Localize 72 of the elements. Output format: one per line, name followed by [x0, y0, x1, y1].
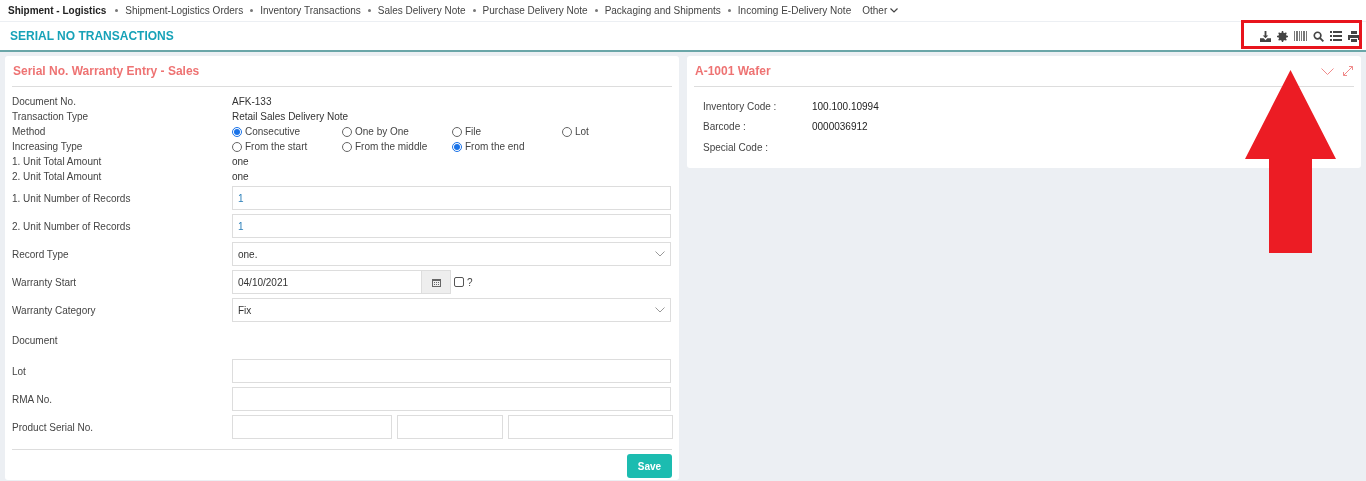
- field-label: Transaction Type: [12, 110, 90, 124]
- field-label: 1. Unit Total Amount: [12, 155, 103, 169]
- field-label: Record Type: [12, 247, 70, 262]
- field-label: Warranty Start: [12, 275, 78, 290]
- chevron-down-icon: [890, 8, 899, 13]
- field-label: 1. Unit Number of Records: [12, 191, 132, 206]
- download-icon[interactable]: [1260, 30, 1271, 42]
- radio-option[interactable]: Lot: [562, 124, 672, 139]
- search-icon[interactable]: [1313, 30, 1324, 42]
- nav-link[interactable]: Shipment - Logistics: [8, 3, 107, 18]
- field-label: Inventory Code :: [703, 99, 778, 114]
- calendar-icon[interactable]: [431, 277, 441, 287]
- field-value: one: [232, 170, 249, 184]
- more-menu[interactable]: Other: [862, 3, 899, 18]
- field-label: Special Code :: [703, 140, 770, 155]
- field-label: Increasing Type: [12, 140, 84, 154]
- input-field[interactable]: [397, 415, 503, 439]
- nav-link[interactable]: Shipment-Logistics Orders: [125, 3, 244, 18]
- field-label: Barcode :: [703, 120, 747, 135]
- expand-icon[interactable]: [1343, 66, 1353, 76]
- nav-link[interactable]: Sales Delivery Note: [377, 3, 466, 18]
- input-field[interactable]: 1: [232, 186, 671, 210]
- nav-link[interactable]: Purchase Delivery Note: [482, 3, 588, 18]
- radio-option[interactable]: One by One: [342, 124, 452, 139]
- input-field[interactable]: [232, 387, 671, 411]
- field-value: Retail Sales Delivery Note: [232, 110, 349, 124]
- date-field[interactable]: 04/10/2021: [232, 270, 422, 294]
- card-title: A-1001 Wafer: [695, 63, 771, 80]
- nav-link[interactable]: Incoming E-Delivery Note: [737, 3, 852, 18]
- field-label: 2. Unit Number of Records: [12, 219, 132, 234]
- bullet-icon: [727, 9, 731, 12]
- nav-link[interactable]: Inventory Transactions: [260, 3, 361, 18]
- field-label: 2. Unit Total Amount: [12, 170, 103, 184]
- field-value: 100.100.10994: [812, 99, 879, 114]
- nav-link[interactable]: Packaging and Shipments: [604, 3, 721, 18]
- checkbox-label: ?: [467, 275, 473, 290]
- card-title: Serial No. Warranty Entry - Sales: [13, 63, 200, 80]
- input-field[interactable]: [508, 415, 673, 439]
- bullet-icon: [115, 9, 119, 12]
- field-label: Warranty Category: [12, 303, 97, 318]
- field-label: Document No.: [12, 95, 77, 109]
- chevron-down-icon: [655, 307, 665, 313]
- bullet-icon: [367, 9, 371, 12]
- list-icon[interactable]: [1330, 31, 1342, 41]
- radio-option[interactable]: From the end: [452, 139, 562, 154]
- chevron-down-icon[interactable]: [1321, 67, 1334, 75]
- field-label: Product Serial No.: [12, 420, 95, 435]
- select-field[interactable]: one.: [232, 242, 671, 266]
- radio-option[interactable]: Consecutive: [232, 124, 342, 139]
- gear-icon[interactable]: [1277, 30, 1288, 42]
- select-field[interactable]: Fix: [232, 298, 671, 322]
- field-value: one: [232, 155, 249, 169]
- radio-option[interactable]: From the middle: [342, 139, 452, 154]
- input-field[interactable]: 1: [232, 214, 671, 238]
- field-label: RMA No.: [12, 392, 53, 407]
- field-value: AFK-133: [232, 95, 272, 109]
- bullet-icon: [594, 9, 598, 12]
- radio-option[interactable]: File: [452, 124, 562, 139]
- chevron-down-icon: [655, 251, 665, 257]
- radio-option[interactable]: From the start: [232, 139, 342, 154]
- field-value: 0000036912: [812, 120, 868, 135]
- print-icon[interactable]: [1348, 30, 1360, 42]
- page-title: SERIAL NO TRANSACTIONS: [10, 28, 174, 45]
- field-label: Lot: [12, 364, 27, 379]
- input-field[interactable]: [232, 359, 671, 383]
- bullet-icon: [250, 9, 254, 12]
- barcode-icon[interactable]: [1294, 31, 1307, 41]
- bullet-icon: [472, 9, 476, 12]
- field-label: Document: [12, 333, 59, 348]
- input-field[interactable]: [232, 415, 392, 439]
- checkbox[interactable]: [454, 277, 464, 287]
- field-label: Method: [12, 125, 47, 139]
